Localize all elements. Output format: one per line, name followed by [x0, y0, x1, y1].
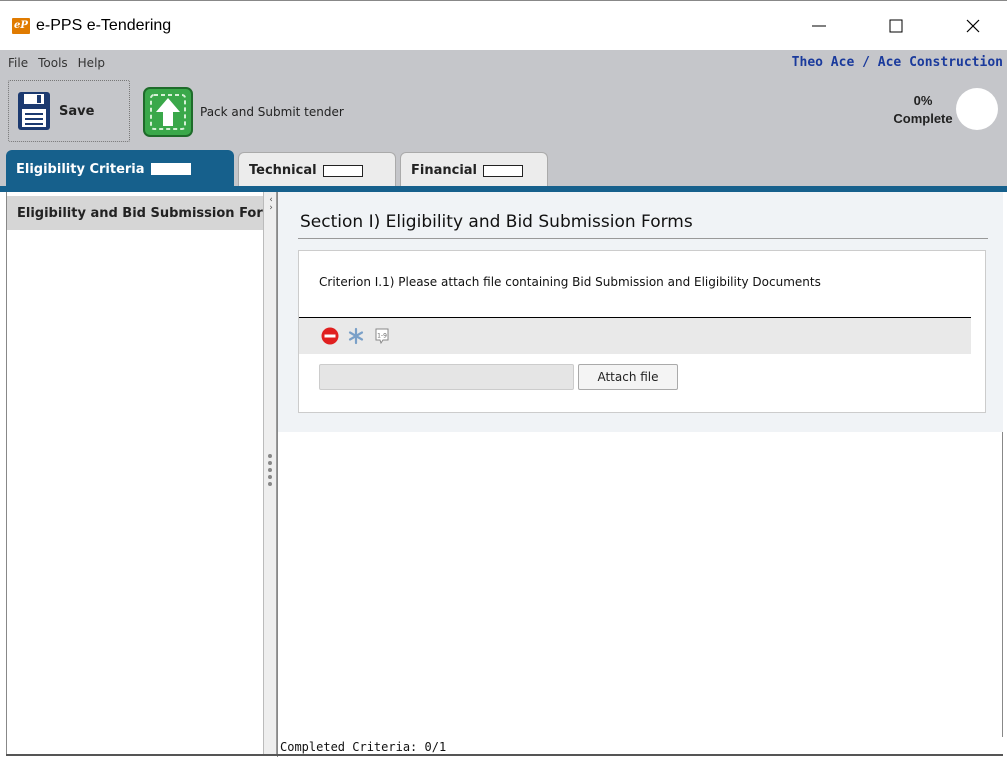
svg-text:1-9: 1-9: [377, 333, 387, 340]
tab-bar: Eligibility Criteria Technical Financial: [0, 148, 1007, 188]
attach-file-button[interactable]: Attach file: [578, 364, 678, 390]
asterisk-icon: [348, 327, 364, 345]
window-title: e-PPS e-Tendering: [36, 17, 172, 34]
criterion-icon-bar: 1-9: [299, 318, 971, 354]
pack-submit-label: Pack and Submit tender: [200, 105, 344, 119]
minimize-icon: [812, 25, 826, 27]
sidebar-item-eligibility[interactable]: Eligibility and Bid Submission Forms: [7, 196, 264, 230]
save-label: Save: [59, 103, 95, 119]
progress-percent: 0%: [913, 93, 933, 108]
tab-progress-box: [483, 164, 524, 177]
tab-eligibility-criteria[interactable]: Eligibility Criteria: [6, 150, 234, 188]
progress-indicator: 0% Complete: [884, 92, 962, 128]
collapse-arrows-icon[interactable]: ‹ ›: [266, 196, 276, 213]
user-label: Theo Ace / Ace Construction: [791, 55, 1003, 70]
criterion-text: Criterion I.1) Please attach file contai…: [319, 275, 821, 289]
tab-technical[interactable]: Technical: [238, 152, 396, 188]
progress-complete-label: Complete: [893, 111, 953, 126]
criterion-card: Criterion I.1) Please attach file contai…: [298, 250, 986, 413]
tab-label: Eligibility Criteria: [16, 161, 145, 177]
toolbar-area: File Tools Help Theo Ace / Ace Construct…: [0, 50, 1007, 148]
app-logo-icon: eP: [12, 18, 30, 34]
title-bar: eP e-PPS e-Tendering: [0, 0, 1007, 50]
no-entry-icon: [321, 327, 339, 345]
maximize-icon: [889, 19, 903, 33]
section-area: Section I) Eligibility and Bid Submissio…: [278, 192, 1003, 432]
tab-label: Financial: [411, 163, 478, 178]
bottom-border: [6, 754, 1003, 756]
close-icon: [966, 19, 980, 33]
menu-help[interactable]: Help: [78, 56, 105, 70]
save-button[interactable]: Save: [8, 80, 130, 142]
tab-progress-box: [322, 164, 363, 177]
tab-financial[interactable]: Financial: [400, 152, 548, 188]
drag-handle-icon[interactable]: [268, 454, 272, 486]
minimize-button[interactable]: [796, 11, 842, 41]
maximize-button[interactable]: [873, 11, 919, 41]
menu-bar: File Tools Help: [8, 56, 105, 70]
sidebar-item-label: Eligibility and Bid Submission Forms: [17, 205, 264, 221]
progress-circle: [956, 88, 998, 130]
tab-label: Technical: [249, 163, 317, 178]
floppy-disk-icon: [18, 92, 50, 130]
close-button[interactable]: [950, 11, 996, 41]
section-title: Section I) Eligibility and Bid Submissio…: [300, 212, 693, 232]
upload-arrow-icon: [143, 87, 193, 137]
file-path-input[interactable]: [319, 364, 574, 390]
pack-submit-button[interactable]: Pack and Submit tender: [142, 82, 344, 142]
tab-progress-box: [150, 163, 191, 175]
panel-splitter[interactable]: ‹ ›: [263, 192, 277, 754]
menu-tools[interactable]: Tools: [38, 56, 68, 70]
divider: [298, 238, 988, 239]
menu-file[interactable]: File: [8, 56, 28, 70]
main-content: Section I) Eligibility and Bid Submissio…: [277, 192, 1003, 737]
criteria-sidebar: Eligibility and Bid Submission Forms: [6, 192, 264, 754]
numbering-icon: 1-9: [375, 328, 389, 345]
